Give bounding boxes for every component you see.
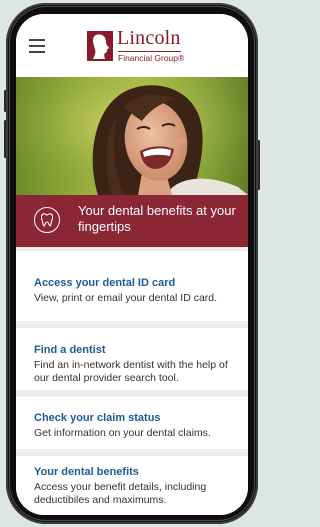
logo-divider — [118, 51, 181, 52]
card-description: Access your benefit details, including d… — [34, 481, 207, 506]
card-title[interactable]: Access your dental ID card — [34, 277, 175, 289]
banner-text: Your dental benefits at your fingertips — [78, 203, 236, 234]
card-dental-id[interactable]: Access your dental ID card View, print o… — [16, 251, 248, 321]
card-title[interactable]: Find a dentist — [34, 344, 106, 356]
smiling-woman-photo — [16, 77, 248, 195]
card-description: View, print or email your dental ID card… — [34, 292, 218, 304]
hero-image — [16, 77, 248, 195]
card-description: Get information on your dental claims. — [34, 427, 211, 439]
phone-screen: Lincoln Financial Group® Your dental ben… — [16, 14, 248, 515]
card-title[interactable]: Your dental benefits — [34, 466, 139, 478]
dental-benefits-banner: Your dental benefits at your fingertips — [16, 195, 248, 247]
lincoln-silhouette-icon — [87, 31, 113, 61]
card-description: Find an in-network dentist with the help… — [34, 359, 228, 384]
tooth-icon — [34, 207, 60, 233]
hamburger-menu-icon[interactable] — [29, 39, 45, 53]
logo-name: Lincoln — [117, 27, 181, 49]
device-mockup: Lincoln Financial Group® Your dental ben… — [0, 0, 264, 527]
card-dental-benefits[interactable]: Your dental benefits Access your benefit… — [16, 456, 248, 515]
app-header: Lincoln Financial Group® — [16, 14, 248, 77]
card-claim-status[interactable]: Check your claim status Get information … — [16, 397, 248, 449]
card-find-dentist[interactable]: Find a dentist Find an in-network dentis… — [16, 328, 248, 390]
lincoln-logo[interactable]: Lincoln Financial Group® — [87, 27, 237, 67]
logo-subtitle: Financial Group® — [118, 53, 185, 63]
card-title[interactable]: Check your claim status — [34, 412, 161, 424]
